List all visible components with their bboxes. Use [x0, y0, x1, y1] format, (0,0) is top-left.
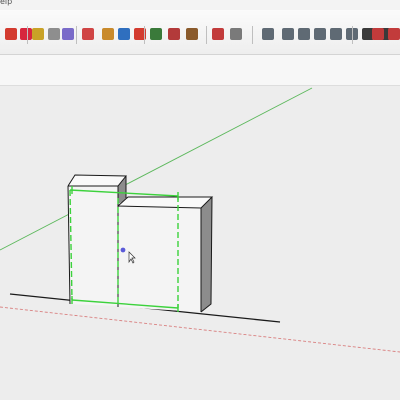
top-view-icon[interactable]	[282, 28, 294, 40]
protractor-icon[interactable]	[62, 28, 74, 40]
section-plane-icon[interactable]	[20, 28, 32, 40]
iso-view-icon[interactable]	[262, 28, 274, 40]
toolbar-separator	[76, 26, 77, 44]
model-viewport[interactable]	[0, 86, 400, 400]
zoom-icon[interactable]	[118, 28, 130, 40]
help-menu[interactable]: elp	[0, 0, 12, 6]
menu-bar: elp	[0, 0, 400, 10]
materials-icon[interactable]	[212, 28, 224, 40]
right-view-icon[interactable]	[314, 28, 326, 40]
user-icon[interactable]	[230, 28, 242, 40]
toolbar-separator	[144, 26, 145, 44]
tall-block-top-face	[68, 175, 126, 186]
dimension-icon[interactable]	[48, 28, 60, 40]
front-view-icon[interactable]	[298, 28, 310, 40]
paint-bucket-icon[interactable]	[5, 28, 17, 40]
components-icon[interactable]	[186, 28, 198, 40]
scene-icon[interactable]	[168, 28, 180, 40]
toolbar	[0, 10, 400, 55]
inference-point	[120, 247, 126, 253]
tall-block-front-face	[68, 186, 118, 306]
back-view-icon[interactable]	[330, 28, 342, 40]
toolbar-empty-row	[0, 55, 400, 86]
rotate-icon[interactable]	[388, 28, 400, 40]
orbit-icon[interactable]	[82, 28, 94, 40]
scene-canvas[interactable]	[0, 86, 400, 400]
toolbar-separator	[352, 26, 353, 44]
previous-view-icon[interactable]	[150, 28, 162, 40]
tape-measure-icon[interactable]	[32, 28, 44, 40]
toolbar-separator	[252, 26, 253, 44]
pan-icon[interactable]	[102, 28, 114, 40]
wide-block-side-face	[201, 197, 212, 312]
move-icon[interactable]	[372, 28, 384, 40]
toolbar-separator	[206, 26, 207, 44]
toolbar-separator	[27, 26, 28, 44]
